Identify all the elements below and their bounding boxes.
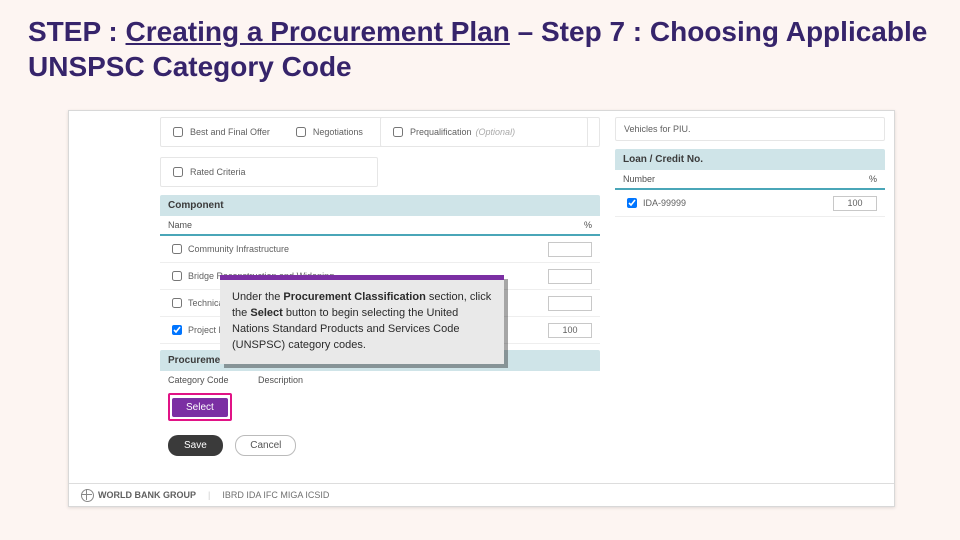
table-row: IDA-99999100 bbox=[615, 190, 885, 217]
right-note: Vehicles for PIU. bbox=[615, 117, 885, 141]
pc-subheader: Category Code Description bbox=[160, 371, 600, 389]
opt-negotiations[interactable]: Negotiations bbox=[292, 124, 363, 140]
tooltip: Under the Procurement Classification sec… bbox=[220, 275, 504, 364]
checkbox[interactable] bbox=[173, 127, 183, 137]
title-pre: STEP : bbox=[28, 16, 126, 47]
opt-prequalification[interactable]: Prequalification (Optional) bbox=[389, 124, 515, 140]
select-button[interactable]: Select bbox=[172, 398, 228, 417]
loan-thead: Number % bbox=[615, 170, 885, 190]
pct-input[interactable] bbox=[548, 242, 592, 257]
select-highlight: Select bbox=[168, 393, 232, 421]
opt-best-final[interactable]: Best and Final Offer bbox=[169, 124, 270, 140]
checkbox[interactable] bbox=[172, 325, 182, 335]
options-box-mid: Prequalification (Optional) bbox=[380, 117, 588, 147]
pct-input[interactable] bbox=[548, 296, 592, 311]
opt-rated[interactable]: Rated Criteria bbox=[169, 164, 246, 180]
opt-rated-row: Rated Criteria bbox=[160, 157, 378, 187]
title-link: Creating a Procurement Plan bbox=[126, 16, 510, 47]
wbg-logo: WORLD BANK GROUP bbox=[81, 489, 196, 502]
save-button[interactable]: Save bbox=[168, 435, 223, 456]
slide-title: STEP : Creating a Procurement Plan – Ste… bbox=[28, 14, 932, 84]
checkbox[interactable] bbox=[296, 127, 306, 137]
table-row: Community Infrastructure bbox=[160, 236, 600, 263]
checkbox[interactable] bbox=[627, 198, 637, 208]
component-header: Component bbox=[160, 195, 600, 216]
checkbox[interactable] bbox=[172, 244, 182, 254]
loan-header: Loan / Credit No. bbox=[615, 149, 885, 170]
checkbox[interactable] bbox=[172, 271, 182, 281]
cancel-button[interactable]: Cancel bbox=[235, 435, 296, 456]
checkbox[interactable] bbox=[173, 167, 183, 177]
pct-input[interactable]: 100 bbox=[548, 323, 592, 338]
component-thead: Name % bbox=[160, 216, 600, 236]
checkbox[interactable] bbox=[393, 127, 403, 137]
globe-icon bbox=[81, 489, 94, 502]
footer-orgs: IBRD IDA IFC MIGA ICSID bbox=[222, 490, 329, 500]
footer: WORLD BANK GROUP | IBRD IDA IFC MIGA ICS… bbox=[69, 483, 894, 506]
pct-input[interactable]: 100 bbox=[833, 196, 877, 211]
checkbox[interactable] bbox=[172, 298, 182, 308]
pct-input[interactable] bbox=[548, 269, 592, 284]
